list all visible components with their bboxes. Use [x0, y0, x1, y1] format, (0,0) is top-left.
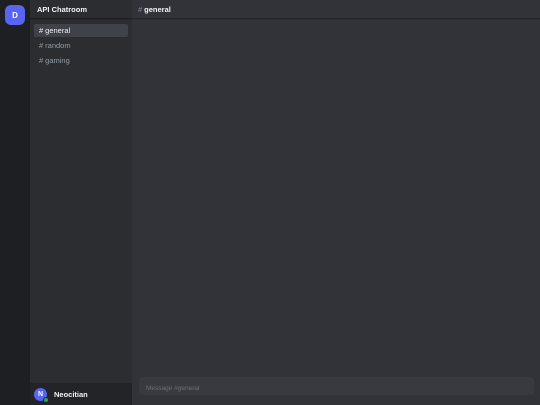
channel-label: gaming [45, 56, 70, 65]
user-panel: N Neocitian [30, 383, 132, 405]
hash-icon: # [138, 4, 143, 14]
message-composer [139, 377, 534, 398]
chat-main: # general [132, 0, 540, 405]
avatar[interactable]: N [34, 387, 49, 403]
channel-label: general [45, 26, 71, 35]
message-list[interactable] [132, 20, 540, 375]
avatar-letter: N [37, 390, 44, 398]
channel-header: # general [132, 0, 540, 19]
hash-icon: # [39, 41, 44, 50]
hash-icon: # [39, 56, 44, 65]
channel-list: # general # random # gaming [34, 24, 128, 69]
channel-item-general[interactable]: # general [34, 24, 128, 37]
hash-icon: # [39, 26, 44, 35]
server-rail: D [0, 0, 30, 405]
channel-item-gaming[interactable]: # gaming [34, 54, 128, 67]
username: Neocitian [54, 389, 88, 399]
channel-label: random [45, 41, 71, 50]
chat-app: D API Chatroom # general # random # gami… [0, 0, 540, 405]
channel-sidebar: API Chatroom # general # random # gaming… [30, 0, 132, 405]
online-status-icon [43, 396, 49, 403]
message-input[interactable] [139, 379, 534, 398]
channel-title: general [144, 4, 171, 14]
server-name-header[interactable]: API Chatroom [30, 0, 132, 19]
channel-item-random[interactable]: # random [34, 39, 128, 52]
server-icon[interactable]: D [5, 5, 25, 25]
